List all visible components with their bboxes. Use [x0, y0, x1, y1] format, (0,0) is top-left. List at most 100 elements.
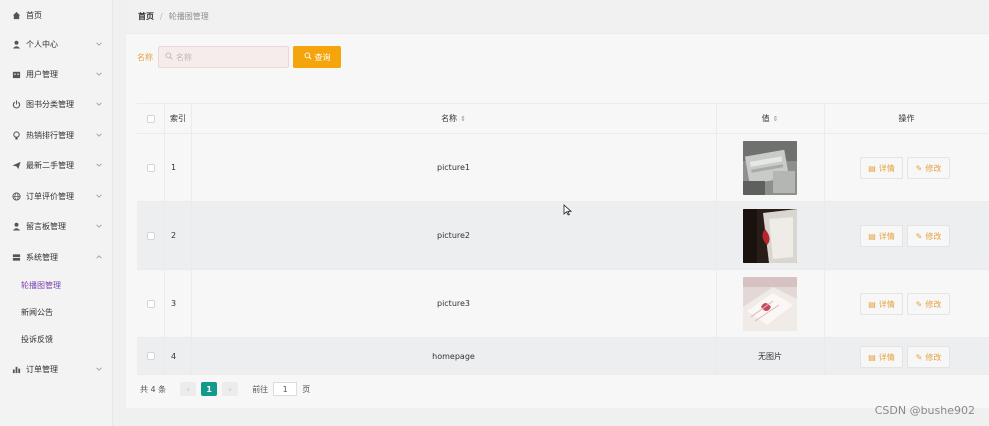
row-value: 无图片	[758, 351, 782, 361]
table-row: 1 picture1 ▤ 详情 ✎ 修改	[137, 134, 989, 202]
edit-icon: ✎	[915, 352, 923, 362]
table-row: 3 picture3 ▤ 详情 ✎ 修改	[137, 270, 989, 338]
row-value	[716, 134, 824, 201]
sidebar-subitem-complaints[interactable]: 投诉反馈	[0, 325, 113, 353]
chevron-down-icon	[96, 102, 102, 106]
detail-button[interactable]: ▤ 详情	[860, 225, 903, 247]
send-icon	[12, 161, 21, 170]
search-icon	[165, 52, 173, 62]
sidebar-item-second-hand[interactable]: 最新二手管理	[0, 150, 113, 180]
sidebar-item-label: 新闻公告	[21, 307, 53, 317]
sidebar-item-home[interactable]: 首页	[0, 0, 113, 30]
sidebar-item-personal-center[interactable]: 个人中心	[0, 29, 113, 59]
header-value[interactable]: 值 ⇕	[716, 104, 824, 133]
search-icon	[304, 52, 312, 62]
sort-icon: ⇕	[772, 114, 779, 123]
breadcrumb-home[interactable]: 首页	[138, 11, 154, 22]
edit-button[interactable]: ✎ 修改	[907, 293, 950, 315]
edit-button-label: 修改	[925, 299, 942, 309]
edit-icon: ✎	[915, 231, 923, 241]
chevron-up-icon	[96, 255, 102, 259]
chevron-down-icon	[96, 42, 102, 46]
edit-button[interactable]: ✎ 修改	[907, 346, 950, 368]
table-row: 4 homepage 无图片 ▤ 详情 ✎ 修改	[137, 338, 989, 375]
goto-page-input[interactable]: 1	[273, 382, 298, 396]
row-name: homepage	[432, 351, 475, 361]
edit-button-label: 修改	[925, 352, 942, 362]
chevron-down-icon	[96, 224, 102, 228]
breadcrumb: 首页 / 轮播图管理	[138, 11, 209, 22]
user-icon	[12, 40, 21, 49]
sidebar-item-system[interactable]: 系统管理	[0, 242, 113, 272]
printer-photo	[743, 140, 797, 195]
detail-button[interactable]: ▤ 详情	[860, 346, 903, 368]
detail-button[interactable]: ▤ 详情	[860, 157, 903, 179]
row-checkbox[interactable]	[147, 352, 155, 360]
search-field[interactable]	[158, 46, 289, 68]
detail-button[interactable]: ▤ 详情	[860, 293, 903, 315]
detail-icon: ▤	[868, 352, 876, 362]
edit-button[interactable]: ✎ 修改	[907, 157, 950, 179]
chevron-down-icon	[96, 163, 102, 167]
row-index: 4	[171, 351, 177, 361]
table-header-row: 索引 名称 ⇕ 值 ⇕ 操作	[137, 104, 989, 134]
edit-icon: ✎	[915, 299, 923, 309]
page-suffix: 页	[302, 384, 311, 394]
prev-page-button[interactable]: ‹	[180, 382, 197, 396]
sidebar-item-label: 最新二手管理	[26, 160, 74, 170]
next-page-button[interactable]: ›	[222, 382, 239, 396]
chart-icon	[12, 365, 21, 374]
current-page[interactable]: 1	[201, 382, 218, 396]
row-checkbox[interactable]	[147, 299, 155, 308]
header-value-label: 值	[761, 114, 770, 123]
sidebar-item-label: 用户管理	[26, 69, 58, 79]
edit-button-label: 修改	[925, 163, 942, 173]
breadcrumb-current: 轮播图管理	[168, 12, 209, 21]
sidebar-item-label: 投诉反馈	[21, 334, 53, 344]
server-icon	[12, 253, 21, 262]
main-content: 首页 / 轮播图管理 名称 查询 索引 名称⇕ 值⇕ 操作	[126, 0, 989, 408]
sidebar-item-message-board[interactable]: 留言板管理	[0, 211, 113, 241]
sidebar-item-user-management[interactable]: 用户管理	[0, 59, 113, 89]
row-checkbox[interactable]	[147, 231, 155, 240]
detail-icon: ▤	[868, 231, 876, 241]
building-icon	[12, 70, 21, 79]
row-index: 2	[171, 231, 177, 240]
goto-label: 前往	[252, 384, 269, 394]
header-actions: 操作	[898, 114, 915, 123]
row-value	[716, 270, 824, 337]
sidebar-item-label: 首页	[26, 10, 42, 20]
watermark: CSDN @bushe902	[874, 404, 975, 417]
header-name[interactable]: 名称 ⇕	[191, 104, 716, 133]
row-index: 1	[171, 163, 177, 172]
row-name: picture2	[436, 231, 471, 240]
sidebar-item-orders[interactable]: 订单管理	[0, 354, 113, 384]
sidebar-subitem-news[interactable]: 新闻公告	[0, 298, 113, 326]
search-input[interactable]	[176, 52, 286, 62]
sidebar-item-order-review[interactable]: 订单评价管理	[0, 181, 113, 211]
detail-button-label: 详情	[878, 299, 895, 309]
chevron-down-icon	[96, 194, 102, 198]
edit-icon: ✎	[915, 163, 923, 173]
user-icon	[12, 222, 21, 231]
sidebar-item-label: 热销排行管理	[26, 130, 74, 140]
chevron-down-icon	[96, 367, 102, 371]
sidebar-subitem-carousel[interactable]: 轮播图管理	[0, 271, 113, 299]
detail-icon: ▤	[868, 163, 876, 173]
sidebar-item-book-category[interactable]: 图书分类管理	[0, 89, 113, 119]
globe-icon	[12, 191, 21, 201]
select-all-checkbox[interactable]	[147, 114, 155, 123]
sidebar-item-label: 图书分类管理	[26, 99, 74, 109]
pagination: 共 4 条 ‹ 1 › 前往 1 页	[140, 382, 310, 396]
data-table: 索引 名称 ⇕ 值 ⇕ 操作 1 picture1 ▤ 详情 ✎ 修改 2 pi…	[137, 103, 989, 375]
sidebar-item-label: 留言板管理	[26, 221, 66, 231]
row-value	[716, 202, 824, 269]
sidebar-item-hot-ranking[interactable]: 热销排行管理	[0, 120, 113, 150]
row-checkbox[interactable]	[147, 163, 155, 172]
row-name: picture1	[436, 163, 471, 172]
search-button[interactable]: 查询	[293, 46, 341, 68]
edit-button[interactable]: ✎ 修改	[907, 225, 950, 247]
edit-button-label: 修改	[925, 231, 942, 241]
search-label: 名称	[137, 53, 153, 62]
chevron-down-icon	[96, 133, 102, 137]
